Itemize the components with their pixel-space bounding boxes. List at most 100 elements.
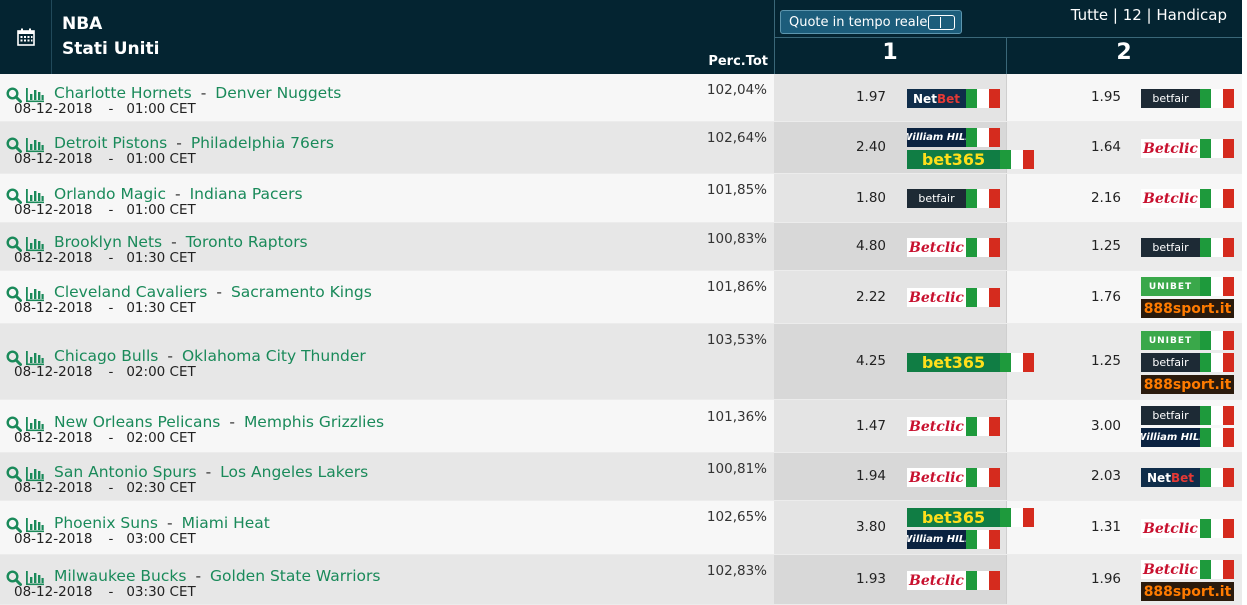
bookmaker-betclic[interactable]: Betclic: [907, 238, 1000, 257]
bookmaker-logo[interactable]: 888sport.it: [1141, 582, 1234, 601]
bookmaker-logo[interactable]: Net Bet: [1141, 468, 1200, 487]
home-team-link[interactable]: New Orleans Pelicans: [54, 413, 220, 431]
odd-away[interactable]: 1.31: [1055, 519, 1121, 535]
away-team-link[interactable]: Toronto Raptors: [186, 233, 308, 251]
bookmaker-888[interactable]: 888sport.it: [1141, 582, 1234, 601]
bookmaker-logo[interactable]: betfair: [1141, 89, 1200, 108]
bookmaker-logo[interactable]: UNIBET: [1141, 331, 1200, 350]
bookmaker-logo[interactable]: Betclic: [1141, 189, 1200, 208]
odd-away[interactable]: 1.96: [1055, 571, 1121, 587]
bookmaker-unibet[interactable]: UNIBET: [1141, 331, 1234, 350]
odd-home[interactable]: 1.94: [820, 468, 886, 484]
odd-away[interactable]: 1.25: [1055, 353, 1121, 369]
bookmaker-betfair[interactable]: betfair: [907, 189, 1000, 208]
bookmaker-logo[interactable]: betfair: [907, 189, 966, 208]
bookmaker-logo[interactable]: Betclic: [907, 417, 966, 436]
bookmaker-logo[interactable]: UNIBET: [1141, 277, 1200, 296]
bookmaker-netbet[interactable]: Net Bet: [1141, 468, 1234, 487]
home-team-link[interactable]: Brooklyn Nets: [54, 233, 162, 251]
bookmaker-logo[interactable]: betfair: [1141, 238, 1200, 257]
bookmaker-888[interactable]: 888sport.it: [1141, 375, 1234, 394]
home-team-link[interactable]: Chicago Bulls: [54, 347, 158, 365]
odd-home[interactable]: 1.97: [820, 89, 886, 105]
date-separator: -: [108, 250, 114, 266]
bookmaker-logo[interactable]: bet365: [907, 508, 1000, 527]
bookmaker-william[interactable]: William HILL: [907, 530, 1034, 549]
bookmaker-logo[interactable]: William HILL: [1141, 428, 1200, 447]
bookmaker-betfair[interactable]: betfair: [1141, 238, 1234, 257]
bookmaker-logo[interactable]: bet365: [907, 150, 1000, 169]
bookmaker-betclic[interactable]: Betclic: [907, 571, 1000, 590]
realtime-odds-toggle[interactable]: Quote in tempo reale: [780, 10, 962, 34]
away-team-link[interactable]: Los Angeles Lakers: [220, 463, 368, 481]
bookmaker-logo[interactable]: bet365: [907, 353, 1000, 372]
odd-home[interactable]: 1.80: [820, 190, 886, 206]
bookmaker-bet365[interactable]: bet365: [907, 353, 1034, 372]
away-team-link[interactable]: Memphis Grizzlies: [244, 413, 384, 431]
calendar-icon[interactable]: [0, 0, 52, 74]
bookmaker-logo[interactable]: Betclic: [907, 571, 966, 590]
odd-home[interactable]: 1.93: [820, 571, 886, 587]
home-team-link[interactable]: Charlotte Hornets: [54, 84, 192, 102]
odd-home[interactable]: 1.47: [820, 418, 886, 434]
bookmaker-betclic[interactable]: Betclic: [907, 417, 1000, 436]
odd-home[interactable]: 4.80: [820, 238, 886, 254]
odd-away[interactable]: 3.00: [1055, 418, 1121, 434]
odd-home[interactable]: 2.22: [820, 289, 886, 305]
odd-home[interactable]: 2.40: [820, 139, 886, 155]
bookmaker-logo[interactable]: Betclic: [1141, 519, 1200, 538]
bookmaker-netbet[interactable]: Net Bet: [907, 89, 1000, 108]
away-team-link[interactable]: Oklahoma City Thunder: [182, 347, 366, 365]
odd-away[interactable]: 2.03: [1055, 468, 1121, 484]
bookmaker-logo[interactable]: 888sport.it: [1141, 299, 1234, 318]
bookmaker-bet365[interactable]: bet365: [907, 150, 1034, 169]
bookmaker-betfair[interactable]: betfair: [1141, 89, 1234, 108]
bookmaker-logo[interactable]: Betclic: [1141, 560, 1200, 579]
bookmaker-logo[interactable]: Betclic: [907, 238, 966, 257]
home-team-link[interactable]: Cleveland Cavaliers: [54, 283, 207, 301]
bookmaker-logo[interactable]: Betclic: [907, 468, 966, 487]
home-team-link[interactable]: Milwaukee Bucks: [54, 567, 186, 585]
odd-away[interactable]: 1.95: [1055, 89, 1121, 105]
odd-away[interactable]: 1.64: [1055, 139, 1121, 155]
home-team-link[interactable]: San Antonio Spurs: [54, 463, 197, 481]
bookmaker-logo[interactable]: betfair: [1141, 406, 1200, 425]
bookmaker-betfair[interactable]: betfair: [1141, 353, 1234, 372]
away-team-link[interactable]: Golden State Warriors: [210, 567, 380, 585]
bookmaker-logo[interactable]: William HILL: [907, 530, 966, 549]
away-team-link[interactable]: Indiana Pacers: [190, 185, 303, 203]
bookmaker-william[interactable]: William HILL: [907, 128, 1034, 147]
bookmaker-betclic[interactable]: Betclic: [907, 468, 1000, 487]
bookmaker-logo[interactable]: Betclic: [907, 288, 966, 307]
bookmaker-william[interactable]: William HILL: [1141, 428, 1234, 447]
odd-away[interactable]: 2.16: [1055, 190, 1121, 206]
bookmaker-list: William HILL bet365: [907, 128, 1034, 169]
away-team-link[interactable]: Philadelphia 76ers: [191, 134, 334, 152]
odd-home[interactable]: 3.80: [820, 519, 886, 535]
bookmaker-betclic[interactable]: Betclic: [1141, 560, 1234, 579]
away-team-link[interactable]: Denver Nuggets: [215, 84, 341, 102]
market-filters[interactable]: Tutte | 12 | Handicap: [1010, 6, 1227, 24]
odd-away[interactable]: 1.25: [1055, 238, 1121, 254]
bookmaker-logo[interactable]: William HILL: [907, 128, 966, 147]
odd-home[interactable]: 4.25: [820, 353, 886, 369]
bookmaker-bet365[interactable]: bet365: [907, 508, 1034, 527]
toggle-switch-icon[interactable]: [928, 15, 955, 30]
bookmaker-betfair[interactable]: betfair: [1141, 406, 1234, 425]
bookmaker-logo[interactable]: Net Bet: [907, 89, 966, 108]
bookmaker-888[interactable]: 888sport.it: [1141, 299, 1234, 318]
bookmaker-betclic[interactable]: Betclic: [907, 288, 1000, 307]
bookmaker-logo[interactable]: 888sport.it: [1141, 375, 1234, 394]
away-team-link[interactable]: Sacramento Kings: [231, 283, 372, 301]
home-team-link[interactable]: Orlando Magic: [54, 185, 166, 203]
bookmaker-logo[interactable]: betfair: [1141, 353, 1200, 372]
bookmaker-betclic[interactable]: Betclic: [1141, 519, 1234, 538]
home-team-link[interactable]: Phoenix Suns: [54, 514, 158, 532]
odd-away[interactable]: 1.76: [1055, 289, 1121, 305]
home-team-link[interactable]: Detroit Pistons: [54, 134, 167, 152]
bookmaker-betclic[interactable]: Betclic: [1141, 189, 1234, 208]
bookmaker-unibet[interactable]: UNIBET: [1141, 277, 1234, 296]
bookmaker-logo[interactable]: Betclic: [1141, 139, 1200, 158]
bookmaker-betclic[interactable]: Betclic: [1141, 139, 1234, 158]
away-team-link[interactable]: Miami Heat: [182, 514, 270, 532]
